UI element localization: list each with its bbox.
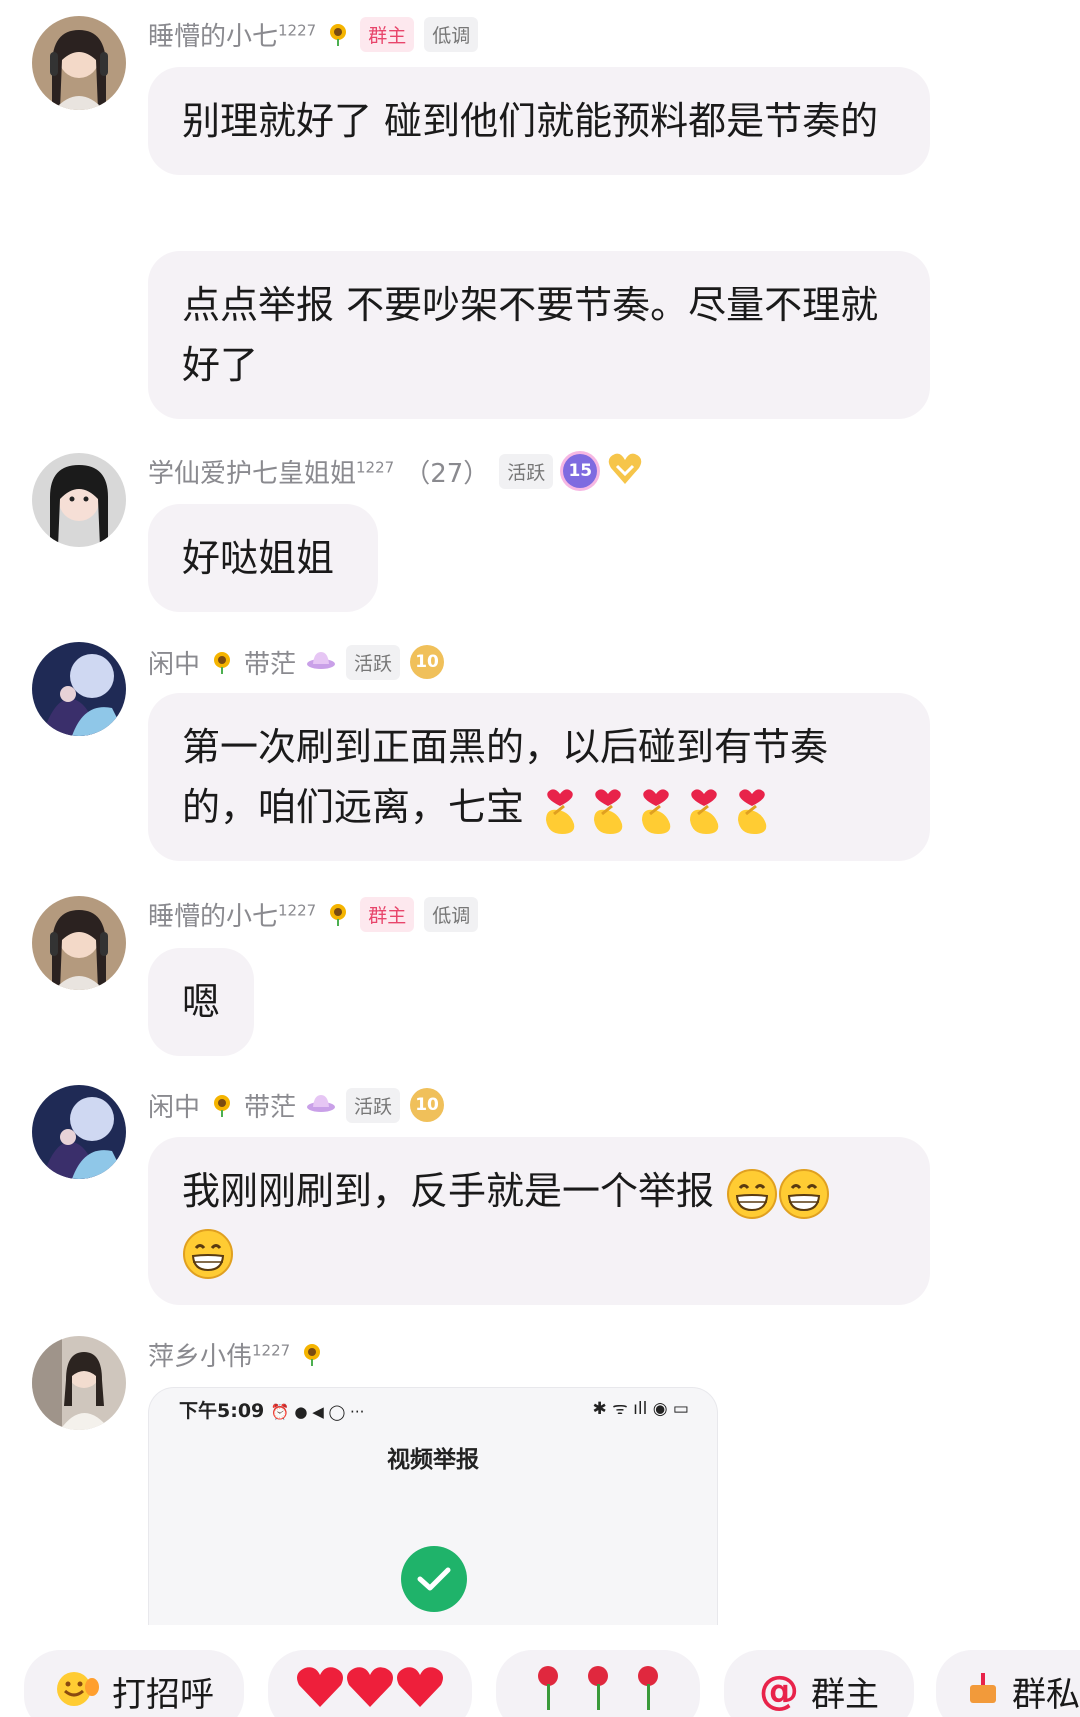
heart-badge-icon [607, 452, 643, 490]
level-badge: 15 [563, 454, 598, 488]
message-bubble[interactable]: 别理就好了 碰到他们就能预料都是节奏的 [148, 67, 930, 175]
sender-name-suffix: 带茫 [244, 1092, 297, 1123]
status-badge: 低调 [424, 896, 479, 932]
avatar[interactable] [32, 896, 126, 990]
message-bubble[interactable]: 好哒姐姐 [148, 504, 378, 612]
image-message[interactable]: 下午5:09 ⏰ ● ◀ ◯ ··· ✱ ᯤ ıll ◉ ▭ 视频举报 [148, 1387, 718, 1625]
sender-row: 萍乡小伟1227 [148, 1334, 324, 1374]
message-bubble[interactable]: 嗯 [148, 948, 254, 1056]
sender-row: 睡懵的小七1227 群主 低调 [148, 14, 479, 54]
avatar[interactable] [32, 16, 126, 110]
screenshot-status-icons: ✱ ᯤ ıll ◉ ▭ [592, 1399, 689, 1419]
finger-heart-emoji-row [524, 785, 776, 834]
avatar[interactable] [32, 453, 126, 547]
hearts-emoji-icon [295, 1665, 445, 1717]
message-bubble[interactable]: 我刚刚刷到，反手就是一个举报 [148, 1137, 930, 1305]
owner-badge: 群主 [360, 896, 415, 932]
sender-name[interactable]: 闲中 [148, 1087, 200, 1124]
quick-reply-label: 打招呼 [112, 1674, 214, 1715]
owner-badge: 群主 [360, 16, 415, 52]
active-badge: 活跃 [346, 644, 401, 680]
hat-icon [306, 648, 336, 676]
sunflower-icon [210, 1093, 234, 1117]
screenshot-title: 视频举报 [387, 1447, 479, 1473]
quick-reply-hearts[interactable] [268, 1650, 472, 1717]
cake-emoji-icon [966, 1667, 1000, 1716]
quick-reply-mention-owner[interactable]: @ 群主 [724, 1650, 914, 1717]
sunflower-icon [300, 1342, 324, 1366]
sender-name[interactable]: 睡懵的小七1227 [148, 16, 316, 53]
avatar[interactable] [32, 1336, 126, 1430]
sender-name-suffix: 带茫 [244, 649, 297, 680]
message-bubble[interactable]: 点点举报 不要吵架不要节奏。尽量不理就好了 [148, 251, 930, 419]
sender-name[interactable]: 闲中 [148, 644, 200, 681]
member-count: （27） [404, 458, 490, 489]
sender-row: 闲中 带茫 活跃 10 [148, 642, 445, 682]
quick-reply-private[interactable]: 群私 [936, 1650, 1080, 1717]
sender-name[interactable]: 学仙爱护七皇姐姐1227 [148, 453, 394, 490]
sender-name[interactable]: 睡懵的小七1227 [148, 896, 316, 933]
sender-row: 闲中 带茫 活跃 10 [148, 1085, 445, 1125]
avatar[interactable] [32, 642, 126, 736]
active-badge: 活跃 [499, 453, 554, 489]
quick-reply-label: 群主 [811, 1674, 879, 1715]
sender-row: 睡懵的小七1227 群主 低调 [148, 894, 479, 934]
checkmark-icon [401, 1546, 467, 1612]
message-text: 我刚刚刷到，反手就是一个举报 [182, 1169, 715, 1213]
level-badge: 10 [410, 645, 445, 679]
quick-reply-greet[interactable]: 打招呼 [24, 1650, 244, 1717]
hat-icon [306, 1091, 336, 1119]
quick-reply-bar: 打招呼 @ 群主 群私 [0, 1650, 1080, 1717]
sunflower-icon [326, 902, 350, 926]
level-badge: 10 [410, 1088, 445, 1122]
status-badge: 低调 [424, 16, 479, 52]
screenshot-status-time: 下午5:09 ⏰ ● ◀ ◯ ··· [179, 1400, 365, 1422]
sender-row: 学仙爱护七皇姐姐1227 （27） 活跃 15 [148, 451, 643, 491]
wave-emoji-icon [54, 1667, 100, 1716]
active-badge: 活跃 [346, 1087, 401, 1123]
message-bubble[interactable]: 第一次刷到正面黑的，以后碰到有节奏的，咱们远离，七宝 [148, 693, 930, 861]
quick-reply-roses[interactable] [496, 1650, 700, 1717]
roses-emoji-icon [523, 1662, 673, 1717]
sender-name[interactable]: 萍乡小伟1227 [148, 1336, 290, 1373]
sunflower-icon [326, 22, 350, 46]
quick-reply-label: 群私 [1012, 1674, 1080, 1715]
sunflower-icon [210, 650, 234, 674]
avatar[interactable] [32, 1085, 126, 1179]
at-icon: @ [759, 1668, 799, 1714]
